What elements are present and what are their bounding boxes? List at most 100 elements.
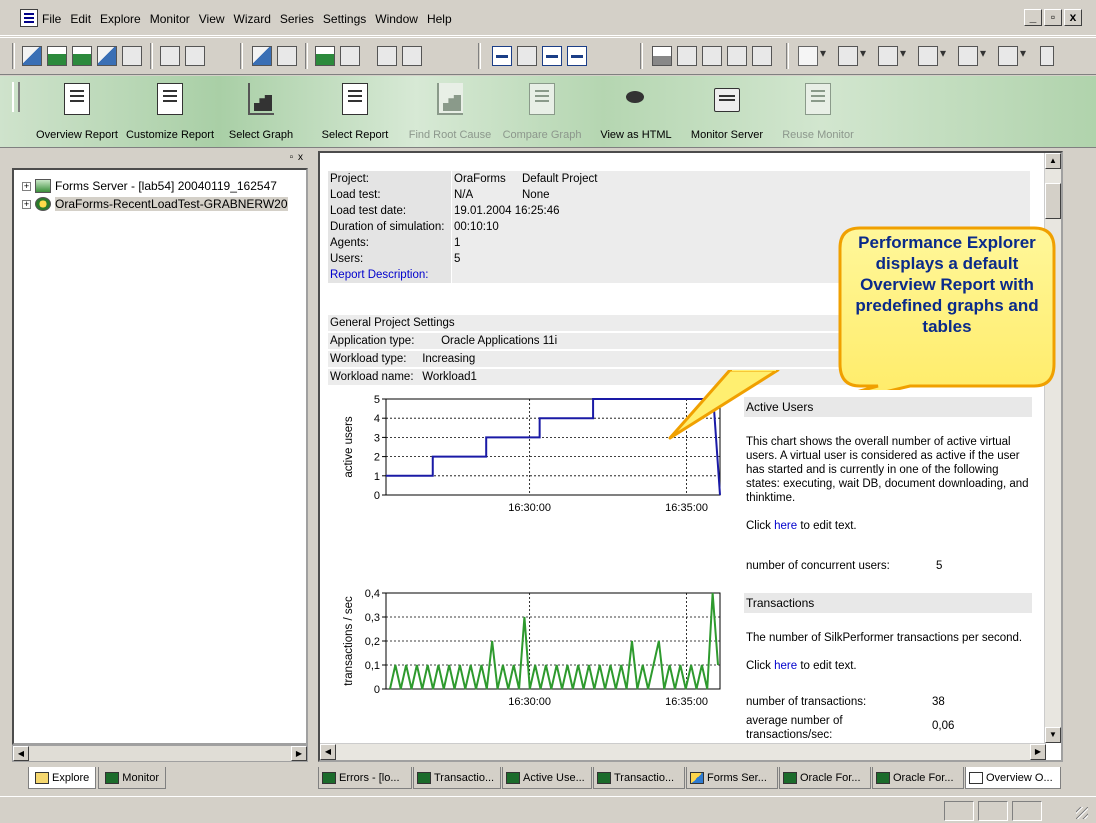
menu-explore[interactable]: Explore	[100, 12, 141, 26]
open-icon[interactable]	[160, 46, 180, 66]
properties-icon[interactable]	[122, 46, 142, 66]
document-tab[interactable]: Errors - [lo...	[318, 767, 412, 789]
expand-icon[interactable]: +	[22, 181, 31, 191]
document-tab[interactable]: Active Use...	[502, 767, 592, 789]
menu-edit[interactable]: Edit	[70, 12, 91, 26]
x-tick-label: 16:30:00	[508, 696, 551, 708]
document-tab[interactable]: Oracle For...	[872, 767, 964, 789]
minimize-button[interactable]: _	[1024, 9, 1042, 26]
cross-icon[interactable]	[702, 46, 722, 66]
toolbar-button-overview-report[interactable]: Overview Report	[30, 76, 124, 148]
legend-icon[interactable]	[998, 46, 1018, 66]
menu-file[interactable]: File	[42, 12, 61, 26]
edit-text-link[interactable]: here	[774, 520, 797, 532]
expand-icon[interactable]: +	[22, 199, 31, 209]
graph-view-icon[interactable]	[542, 46, 562, 66]
menu-series[interactable]: Series	[280, 12, 314, 26]
more-icon[interactable]	[1040, 46, 1054, 66]
menu-window[interactable]: Window	[375, 12, 418, 26]
menu-help[interactable]: Help	[427, 12, 452, 26]
align-icon[interactable]	[727, 46, 747, 66]
toolbar-button-reuse-monitor[interactable]: Reuse Monitor	[780, 76, 856, 148]
tab-label: Monitor	[122, 771, 159, 784]
chevron-down-icon[interactable]	[900, 46, 914, 66]
document-tab[interactable]: Overview O...	[965, 767, 1061, 789]
scroll-thumb[interactable]	[1045, 183, 1061, 219]
pencil-icon[interactable]	[402, 46, 422, 66]
tree-horizontal-scrollbar[interactable]: ◀ ▶	[12, 745, 308, 762]
menu-view[interactable]: View	[199, 12, 225, 26]
explorer-tabs: Explore Monitor	[28, 767, 168, 789]
document-tab[interactable]: Forms Ser...	[686, 767, 778, 789]
chevron-down-icon[interactable]	[820, 46, 834, 66]
chart-copy-icon[interactable]	[277, 46, 297, 66]
html-eye-icon	[622, 90, 650, 106]
app-menu-icon[interactable]	[20, 9, 38, 27]
toolbar-button-find-root-cause[interactable]: Find Root Cause	[406, 76, 494, 148]
toolbar-button-select-graph[interactable]: Select Graph	[224, 76, 298, 148]
grid-icon[interactable]	[677, 46, 697, 66]
menu-wizard[interactable]: Wizard	[234, 12, 271, 26]
restore-button[interactable]: ▫	[1044, 9, 1062, 26]
toolbar-button-customize-report[interactable]: Customize Report	[124, 76, 216, 148]
select-graph-icon	[248, 83, 274, 115]
report-horizontal-scrollbar[interactable]: ◀ ▶	[320, 743, 1046, 760]
toolbar-button-compare-graph[interactable]: Compare Graph	[496, 76, 588, 148]
scroll-left-icon[interactable]: ◀	[320, 744, 336, 760]
scroll-left-icon[interactable]: ◀	[13, 746, 29, 761]
new-project-icon[interactable]	[22, 46, 42, 66]
add-series-icon[interactable]	[315, 46, 335, 66]
report-description-link[interactable]: Report Description:	[330, 267, 428, 283]
toolbar-button-monitor-server[interactable]: Monitor Server	[684, 76, 770, 148]
toolbar-button-select-report[interactable]: Select Report	[318, 76, 392, 148]
axis-icon[interactable]	[918, 46, 938, 66]
document-tab[interactable]: Transactio...	[413, 767, 501, 789]
table-view-icon[interactable]	[567, 46, 587, 66]
pane-close-icon[interactable]: ▫ x	[282, 152, 304, 165]
document-tab[interactable]: Oracle For...	[779, 767, 871, 789]
open-template-icon[interactable]	[97, 46, 117, 66]
options-icon[interactable]	[752, 46, 772, 66]
resize-grip[interactable]	[1076, 807, 1088, 819]
scale-icon[interactable]	[958, 46, 978, 66]
chevron-down-icon[interactable]	[940, 46, 954, 66]
close-button[interactable]: x	[1064, 9, 1082, 26]
chevron-down-icon[interactable]	[1020, 46, 1034, 66]
menu-monitor[interactable]: Monitor	[150, 12, 190, 26]
transaction-count-value: 38	[932, 696, 945, 708]
chevron-down-icon[interactable]	[860, 46, 874, 66]
menu-settings[interactable]: Settings	[323, 12, 366, 26]
document-tab[interactable]: Transactio...	[593, 767, 685, 789]
color-box-icon[interactable]	[798, 46, 818, 66]
remove-series-icon[interactable]	[340, 46, 360, 66]
line-width-icon[interactable]	[878, 46, 898, 66]
scroll-up-icon[interactable]: ▲	[1045, 153, 1061, 169]
chart-wizard-icon[interactable]	[252, 46, 272, 66]
scroll-right-icon[interactable]: ▶	[1030, 744, 1046, 760]
tab-explore[interactable]: Explore	[28, 767, 97, 789]
number-format-icon[interactable]	[652, 46, 672, 66]
open-graph-icon[interactable]	[72, 46, 92, 66]
edit-text-link[interactable]: here	[774, 660, 797, 672]
send-icon[interactable]	[377, 46, 397, 66]
tree-item[interactable]: + OraForms-RecentLoadTest-GRABNERW20	[22, 196, 288, 212]
scroll-right-icon[interactable]: ▶	[291, 746, 307, 761]
open-report-icon[interactable]	[47, 46, 67, 66]
toolbar-grip[interactable]	[12, 82, 20, 112]
tab-monitor[interactable]: Monitor	[98, 767, 166, 789]
toolbar-grip[interactable]	[12, 43, 15, 69]
toolbar-button-view-as-html[interactable]: View as HTML	[596, 76, 676, 148]
line-style-icon[interactable]	[838, 46, 858, 66]
zoom-icon[interactable]	[492, 46, 512, 66]
hint-suffix: to edit text.	[797, 520, 857, 532]
chevron-down-icon[interactable]	[980, 46, 994, 66]
toolbar-button-label: View as HTML	[600, 129, 672, 141]
highlight-icon[interactable]	[517, 46, 537, 66]
save-icon[interactable]	[185, 46, 205, 66]
scroll-down-icon[interactable]: ▼	[1045, 727, 1061, 743]
document-tab-label: Oracle For...	[893, 771, 954, 784]
tree-item[interactable]: + Forms Server - [lab54] 20040119_162547	[22, 178, 277, 194]
bar-chart-icon	[437, 83, 463, 115]
transaction-count-label: number of transactions:	[746, 696, 867, 708]
y-tick-label: 0	[374, 684, 380, 696]
